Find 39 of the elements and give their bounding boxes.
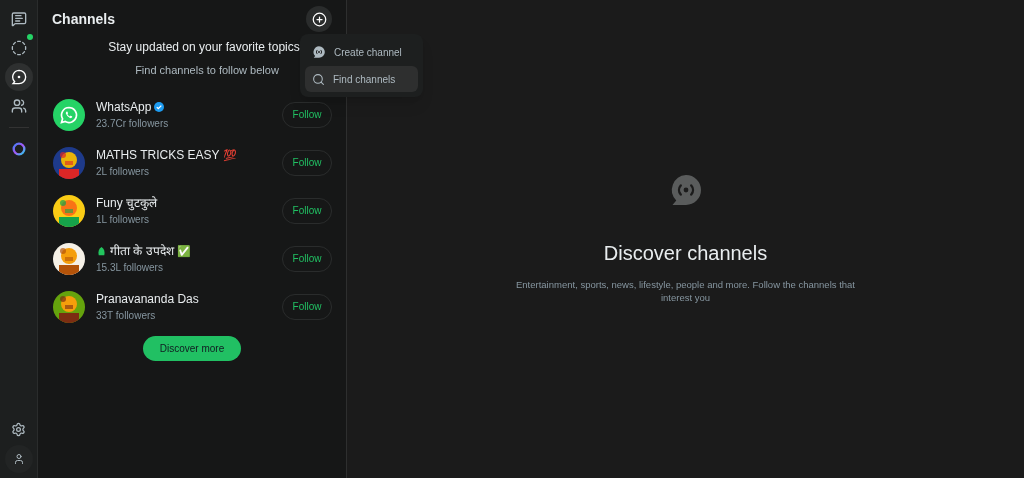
follower-count: 1L followers [96,213,150,227]
main-description: Entertainment, sports, news, lifestyle, people and more. Follow the channels that interest you [515,278,856,304]
menu-item[interactable]: Find channels [305,66,418,92]
new-channel-button[interactable] [306,6,332,32]
menu-item[interactable]: Create channel [305,39,418,65]
channel-row[interactable]: Pranavananda Das 33T followers Follow [38,282,346,331]
follower-count: 23.7Cr followers [96,117,170,131]
channel-name: गीता के उपदेश [110,243,174,260]
discover-more-button[interactable]: Discover more [142,335,242,361]
channel-name: WhatsApp [96,99,152,116]
people-icon [10,98,27,114]
main-title: Discover channels [603,241,768,266]
channel-row[interactable]: MATHS TRICKS EASY 💯 2L followers Follow [38,138,346,187]
channel-row[interactable]: गीता के उपदेश ✅ 15.3L followers Follow [38,234,346,283]
ring-icon [10,141,27,157]
channel-name: Pranavananda Das [96,291,199,308]
verified-icon [154,102,165,112]
follower-count: 15.3L followers [96,261,164,275]
subheading: Find channels to follow below [134,63,279,78]
nav-button[interactable] [4,63,33,91]
heading: Stay updated on your favorite topics [107,39,300,56]
channels-icon [312,45,326,59]
follower-count: 33T followers [96,309,157,323]
user-icon [12,453,25,465]
follower-count: 2L followers [96,165,150,179]
channel-row[interactable]: WhatsApp 23.7Cr followers Follow [38,90,346,139]
settings-icon [11,421,26,437]
status-icon [10,40,27,56]
channel-name: Funy चुटकुले [96,195,157,212]
panel-title: Channels [52,9,115,29]
chats-icon [10,11,27,27]
emoji: ✅ [176,243,191,259]
channel-row[interactable]: Funy चुटकुले 1L followers Follow [38,186,346,235]
search-icon [312,72,325,86]
add-icon [311,11,327,27]
channel-name: MATHS TRICKS EASY [96,147,220,164]
channels-icon [10,69,27,85]
emoji: 💯 [222,147,237,163]
whatsapp-logo [53,98,85,131]
